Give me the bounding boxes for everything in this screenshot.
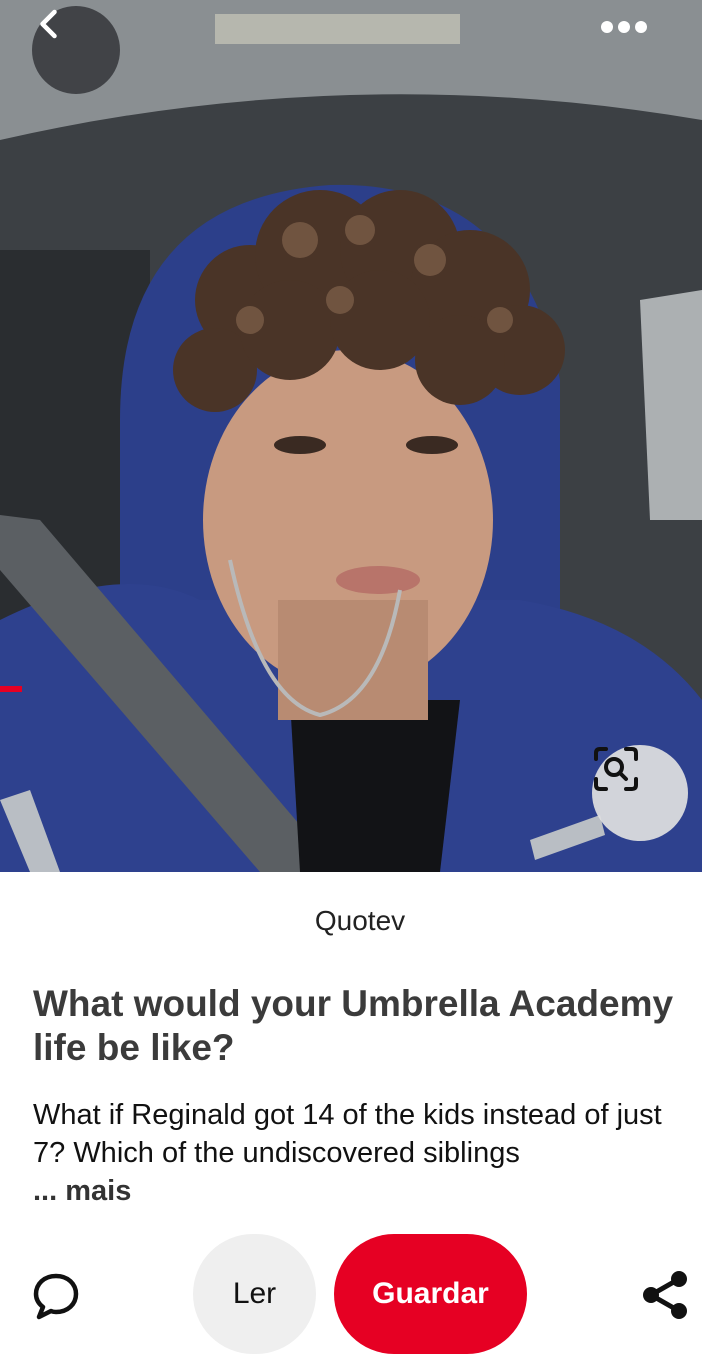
share-icon [643,1271,687,1319]
pin-description: What if Reginald got 14 of the kids inst… [33,1099,662,1169]
comment-button[interactable] [28,1268,84,1324]
visual-search-button[interactable] [592,745,688,841]
pin-photo [0,0,702,872]
pin-source-link[interactable]: Quotev [0,905,702,937]
chevron-left-icon [40,9,57,39]
visual-search-icon [594,747,638,791]
ellipsis-icon [601,21,647,33]
read-button[interactable]: Ler [193,1234,316,1354]
share-button[interactable] [634,1264,696,1326]
pin-title: What would your Umbrella Academy life be… [33,983,674,1068]
more-options-button[interactable] [600,20,680,76]
back-button[interactable] [32,6,120,94]
pin-image[interactable] [0,0,702,872]
comment-bubble-icon [33,1273,79,1320]
show-more-link[interactable]: ... mais [33,1175,131,1208]
save-button[interactable]: Guardar [334,1234,527,1354]
